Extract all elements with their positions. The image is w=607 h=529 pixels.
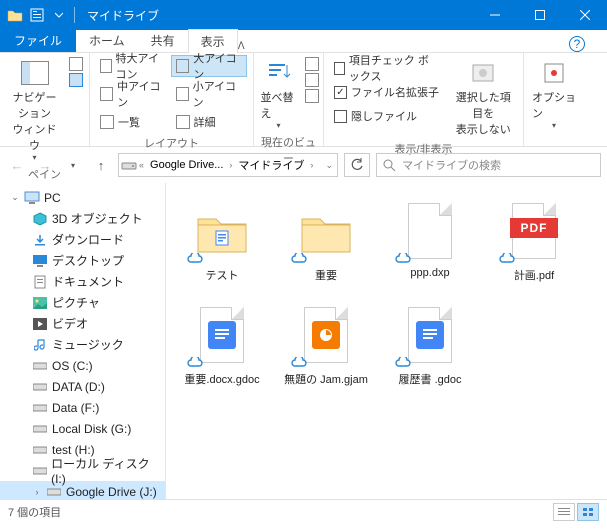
address-dropdown-icon[interactable]: ⌄: [323, 160, 335, 171]
maximize-button[interactable]: [517, 0, 562, 30]
qat-properties-icon[interactable]: [26, 4, 48, 26]
tree-pc[interactable]: ⌄PC: [0, 187, 165, 208]
address-seg-current[interactable]: マイドライブ: [234, 157, 308, 173]
file-item[interactable]: テスト: [174, 195, 270, 295]
close-button[interactable]: [562, 0, 607, 30]
up-button[interactable]: ↑: [90, 154, 112, 176]
file-item[interactable]: 無題の Jam.gjam: [278, 299, 374, 399]
options-button[interactable]: オプション▾: [530, 55, 578, 132]
minimize-button[interactable]: [472, 0, 517, 30]
view-details-toggle[interactable]: [553, 503, 575, 521]
address-seg-root[interactable]: Google Drive...: [146, 159, 227, 171]
item-count: 7 個の項目: [8, 504, 61, 520]
search-placeholder: マイドライブの検索: [402, 157, 501, 173]
tree-data-f[interactable]: Data (F:): [0, 397, 165, 418]
gjam-icon: [304, 307, 348, 363]
tree-local-i[interactable]: ローカル ディスク (I:): [0, 460, 165, 481]
ribbon: ナビゲーション ウィンドウ ▾ ペイン 特大アイコン 大アイコン 中アイコン 小…: [0, 53, 607, 147]
file-extensions-toggle[interactable]: ✓ファイル名拡張子: [330, 81, 444, 103]
tree-os-c[interactable]: OS (C:): [0, 355, 165, 376]
folder-icon: [194, 209, 250, 253]
qat-dropdown-icon[interactable]: [48, 4, 70, 26]
tree-3d-objects[interactable]: 3D オブジェクト: [0, 208, 165, 229]
recent-locations-button[interactable]: ▾: [62, 154, 84, 176]
cloud-icon: [290, 253, 308, 265]
file-label: 計画.pdf: [514, 267, 554, 283]
layout-xl-icons[interactable]: 特大アイコン: [96, 55, 171, 77]
forward-button[interactable]: →: [34, 154, 56, 176]
group-by-icon[interactable]: [305, 57, 319, 71]
cloud-icon: [394, 253, 412, 265]
gdoc-icon: [408, 307, 452, 363]
view-large-icons-toggle[interactable]: [577, 503, 599, 521]
file-item[interactable]: 重要: [278, 195, 374, 295]
size-columns-icon[interactable]: [305, 89, 319, 103]
item-checkboxes-toggle[interactable]: 項目チェック ボックス: [330, 57, 444, 79]
tree-desktop[interactable]: デスクトップ: [0, 250, 165, 271]
layout-small-icons[interactable]: 小アイコン: [172, 83, 248, 105]
layout-list[interactable]: 一覧: [96, 111, 172, 133]
file-item[interactable]: PDF 計画.pdf: [486, 195, 582, 295]
address-bar[interactable]: « Google Drive... › マイドライブ › ⌄: [118, 153, 338, 177]
tree-downloads[interactable]: ダウンロード: [0, 229, 165, 250]
tree-google-drive-j[interactable]: ›Google Drive (J:): [0, 481, 165, 499]
nav-pane-button[interactable]: ナビゲーション ウィンドウ ▾: [6, 55, 63, 164]
preview-pane-icon[interactable]: [69, 57, 83, 71]
ribbon-tabs: ファイル ホーム 共有 表示 ᐱ ?: [0, 30, 607, 53]
nav-row: ← → ▾ ↑ « Google Drive... › マイドライブ › ⌄ マ…: [0, 147, 607, 183]
file-label: 重要.docx.gdoc: [184, 371, 259, 387]
status-bar: 7 個の項目: [0, 499, 607, 523]
hidden-files-toggle[interactable]: 隠しファイル: [330, 105, 444, 127]
refresh-button[interactable]: [344, 153, 370, 177]
tab-file[interactable]: ファイル: [0, 29, 76, 52]
tree-documents[interactable]: ドキュメント: [0, 271, 165, 292]
search-box[interactable]: マイドライブの検索: [376, 153, 601, 177]
tab-share[interactable]: 共有: [138, 28, 188, 52]
cloud-icon: [290, 357, 308, 369]
help-icon[interactable]: ?: [569, 36, 585, 52]
cloud-icon: [498, 253, 516, 265]
layout-medium-icons[interactable]: 中アイコン: [96, 83, 172, 105]
file-label: 履歴書 .gdoc: [399, 371, 462, 387]
folder-icon: [4, 4, 26, 26]
gdoc-icon: [200, 307, 244, 363]
file-label: 重要: [315, 267, 337, 283]
tree-pictures[interactable]: ピクチャ: [0, 292, 165, 313]
search-icon: [383, 159, 396, 172]
file-item[interactable]: ppp.dxp: [382, 195, 478, 295]
file-label: 無題の Jam.gjam: [284, 371, 368, 387]
add-columns-icon[interactable]: [305, 73, 319, 87]
tab-home[interactable]: ホーム: [76, 28, 138, 52]
layout-large-icons[interactable]: 大アイコン: [171, 55, 247, 77]
drive-icon: [121, 158, 137, 172]
tree-local-g[interactable]: Local Disk (G:): [0, 418, 165, 439]
tab-view[interactable]: 表示: [188, 29, 238, 53]
folder-icon: [298, 209, 354, 253]
back-button[interactable]: ←: [6, 154, 28, 176]
tree-data-d[interactable]: DATA (D:): [0, 376, 165, 397]
layout-details[interactable]: 詳細: [172, 111, 248, 133]
file-icon: [408, 203, 452, 259]
sort-button[interactable]: 並べ替え▾: [259, 55, 299, 132]
cloud-icon: [186, 253, 204, 265]
cloud-icon: [186, 357, 204, 369]
group-label-layout: レイアウト: [144, 133, 199, 155]
file-label: テスト: [206, 267, 239, 283]
file-label: ppp.dxp: [410, 267, 449, 279]
file-list: テスト 重要 ppp.dxp PDF 計画.pdf: [166, 183, 607, 499]
title-bar: マイドライブ: [0, 0, 607, 30]
cloud-icon: [394, 357, 412, 369]
tree-videos[interactable]: ビデオ: [0, 313, 165, 334]
file-item[interactable]: 履歴書 .gdoc: [382, 299, 478, 399]
hide-selected-button[interactable]: 選択した項目を 表示しない: [450, 55, 517, 139]
pdf-icon: PDF: [512, 203, 556, 259]
details-pane-icon[interactable]: [69, 73, 83, 87]
window-title: マイドライブ: [87, 7, 159, 24]
tree-music[interactable]: ミュージック: [0, 334, 165, 355]
nav-tree: ⌄PC 3D オブジェクト ダウンロード デスクトップ ドキュメント ピクチャ …: [0, 183, 166, 499]
file-item[interactable]: 重要.docx.gdoc: [174, 299, 270, 399]
